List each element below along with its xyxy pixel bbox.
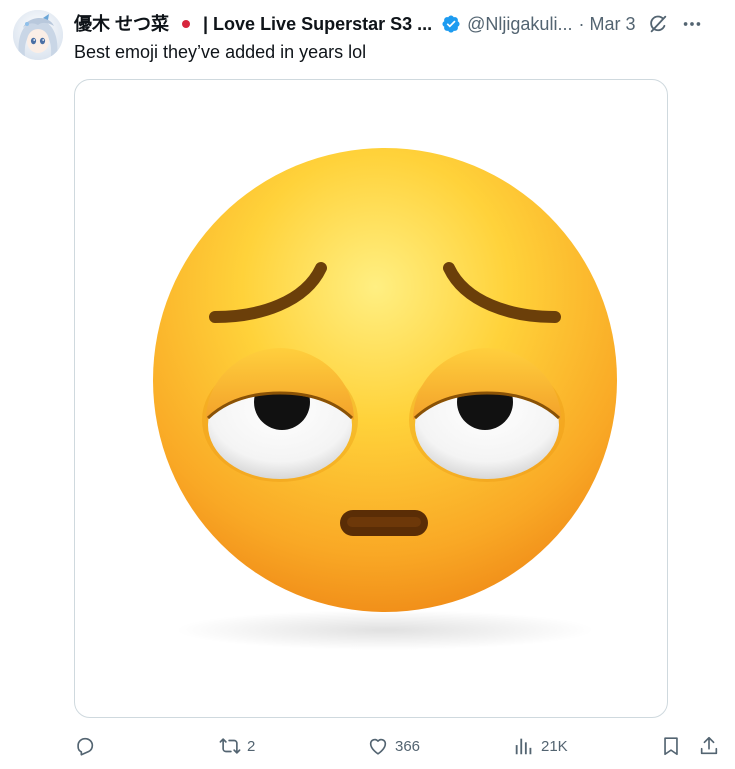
tired-face-emoji-image <box>153 148 617 650</box>
views-icon <box>515 738 532 755</box>
avatar-image <box>13 10 63 60</box>
display-name[interactable]: 優木 せつ菜 <box>74 11 169 37</box>
share-button[interactable] <box>698 732 720 760</box>
like-count: 366 <box>395 737 421 755</box>
views-count: 21K <box>541 737 568 755</box>
tweet-header: 優木 せつ菜 | Love Live Superstar S3 ... @Nlj… <box>74 11 723 37</box>
verified-badge-icon <box>442 15 460 33</box>
retweet-icon <box>219 738 241 754</box>
retweet-count: 2 <box>247 737 256 755</box>
reply-icon <box>77 737 94 756</box>
bookmark-icon <box>664 737 678 756</box>
views-button[interactable]: 21K <box>513 732 568 760</box>
separator-dot: · <box>578 14 585 34</box>
heart-icon <box>369 738 387 755</box>
grok-icon[interactable] <box>647 13 669 35</box>
avatar[interactable] <box>13 10 63 60</box>
tweet-date[interactable]: Mar 3 <box>589 11 635 37</box>
share-icon <box>700 736 718 755</box>
japan-flag-icon <box>177 15 195 33</box>
reply-button[interactable] <box>74 732 102 760</box>
tweet-text: Best emoji they’ve added in years lol <box>74 42 367 62</box>
retweet-button[interactable]: 2 <box>219 732 255 760</box>
bookmark-button[interactable] <box>660 732 682 760</box>
like-button[interactable]: 366 <box>367 732 420 760</box>
tweet-media[interactable] <box>74 79 668 718</box>
display-name-suffix[interactable]: | Love Live Superstar S3 ... <box>203 11 432 37</box>
more-icon[interactable] <box>681 13 703 35</box>
author-handle[interactable]: @Nljigakuli... <box>467 11 572 37</box>
tweet-actions: 2 366 21K <box>74 732 724 760</box>
